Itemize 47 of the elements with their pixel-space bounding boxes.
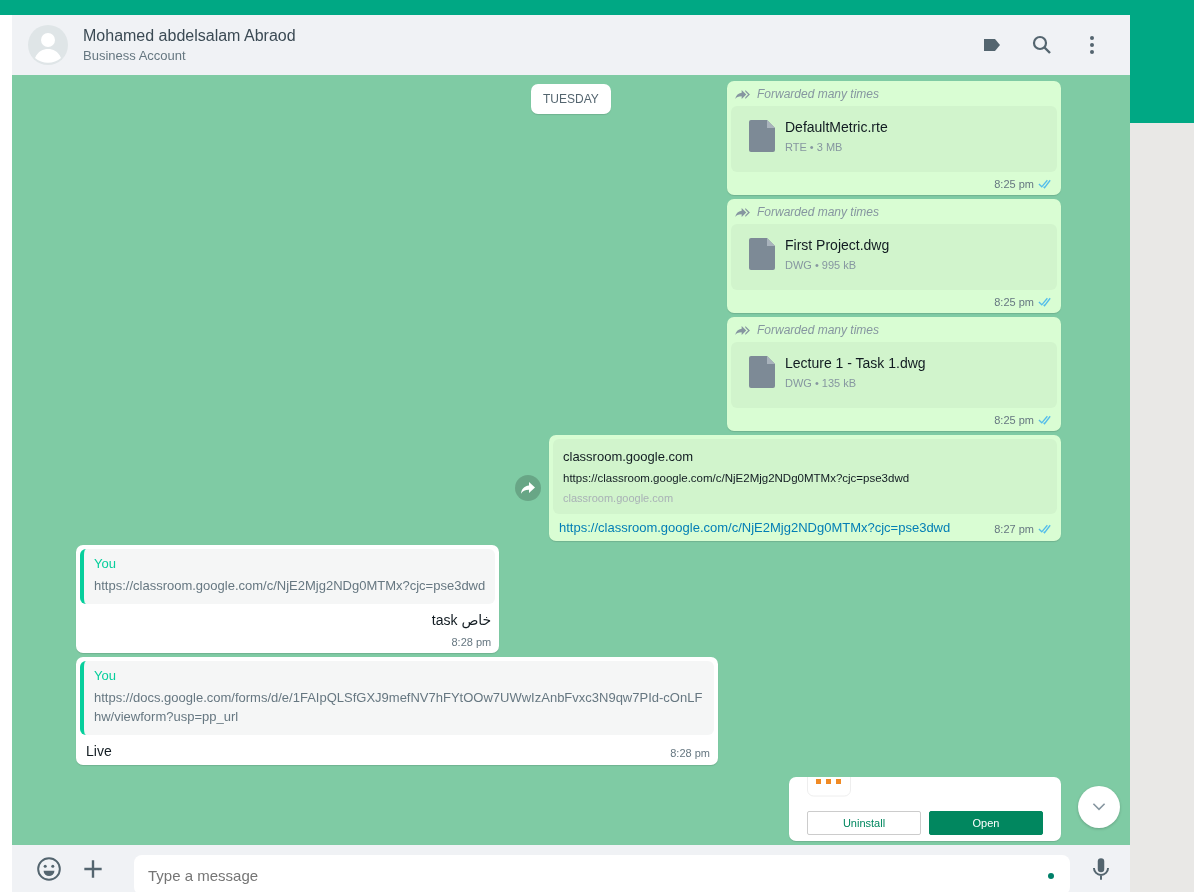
chevron-down-icon bbox=[1091, 802, 1107, 812]
status-dot bbox=[1048, 873, 1054, 879]
message-time: 8:27 pm bbox=[994, 523, 1034, 535]
document-icon bbox=[749, 120, 775, 152]
message-input[interactable]: Type a message bbox=[134, 855, 1070, 892]
document-attachment[interactable]: DefaultMetric.rte RTE • 3 MB bbox=[731, 106, 1057, 172]
preview-domain: classroom.google.com bbox=[563, 492, 675, 504]
link-preview[interactable]: classroom.google.com https://classroom.google.com/c/NjE2Mjg2NDg0MTMx?cjc=pse3dwd classroom.google.com bbox=[553, 439, 1057, 514]
message-time: 8:28 pm bbox=[670, 746, 710, 759]
quote-text: https://classroom.google.com/c/NjE2Mjg2NDg0MTMx?cjc=pse3dwd bbox=[94, 577, 486, 595]
message-text: Live bbox=[86, 742, 112, 759]
date-chip: TUESDAY bbox=[531, 84, 611, 114]
message-link[interactable]: https://classroom.google.com/c/NjE2Mjg2NDg0MTMx?cjc=pse3dwd bbox=[559, 520, 951, 535]
preview-description: https://classroom.google.com/c/NjE2Mjg2NDg0MTMx?cjc=pse3dwd bbox=[563, 472, 911, 484]
document-icon bbox=[749, 238, 775, 270]
quote-author: You bbox=[94, 667, 117, 683]
file-meta: RTE • 3 MB bbox=[785, 141, 844, 153]
app-action-button[interactable]: Uninstall bbox=[807, 810, 921, 835]
account-type: Business Account bbox=[83, 48, 187, 63]
file-name: Lecture 1 - Task 1.dwg bbox=[785, 355, 926, 371]
forwarded-label: Forwarded many times bbox=[757, 205, 880, 219]
document-attachment[interactable]: Lecture 1 - Task 1.dwg DWG • 135 kB bbox=[731, 342, 1057, 408]
file-meta: DWG • 995 kB bbox=[785, 259, 858, 271]
forwarded-label: Forwarded many times bbox=[757, 323, 880, 337]
preview-title: classroom.google.com bbox=[563, 449, 695, 464]
file-meta: DWG • 135 kB bbox=[785, 377, 858, 389]
document-attachment[interactable]: First Project.dwg DWG • 995 kB bbox=[731, 224, 1057, 290]
forward-icon[interactable] bbox=[515, 475, 541, 501]
quote-text: https://docs.google.com/forms/d/e/1FAIpQLSfGXJ9mefNV7hFYtOOw7UWwIzAnbFvxc3N9qw7PId-cOnLFhw/viewform?usp=pp_url bbox=[94, 688, 704, 726]
message-time: 8:28 pm bbox=[451, 635, 492, 648]
quote-author: You bbox=[94, 556, 117, 571]
emoji-icon[interactable] bbox=[36, 855, 62, 882]
message-time: 8:25 pm bbox=[994, 296, 1034, 308]
message-time: 8:25 pm bbox=[994, 178, 1034, 190]
forward-icon bbox=[735, 88, 752, 100]
contact-name: Mohamed abdelsalam Abraod bbox=[83, 27, 297, 45]
file-name: First Project.dwg bbox=[785, 237, 890, 253]
message-text: خاص task bbox=[431, 611, 492, 628]
forward-icon bbox=[735, 206, 752, 218]
file-name: DefaultMetric.rte bbox=[785, 119, 888, 135]
forwarded-label: Forwarded many times bbox=[757, 87, 880, 101]
app-action-button[interactable]: Open bbox=[929, 810, 1043, 835]
forward-icon bbox=[735, 324, 752, 336]
quoted-message[interactable]: You https://classroom.google.com/c/NjE2Mjg2NDg0MTMx?cjc=pse3dwd bbox=[80, 549, 496, 604]
document-icon bbox=[749, 356, 775, 388]
message-time: 8:25 pm bbox=[994, 414, 1034, 426]
quoted-message[interactable]: You https://docs.google.com/forms/d/e/1FAIpQLSfGXJ9mefNV7hFYtOOw7UWwIzAnbFvxc3N9qw7PId-cOnLFhw/viewform?usp=pp_url bbox=[80, 660, 714, 735]
